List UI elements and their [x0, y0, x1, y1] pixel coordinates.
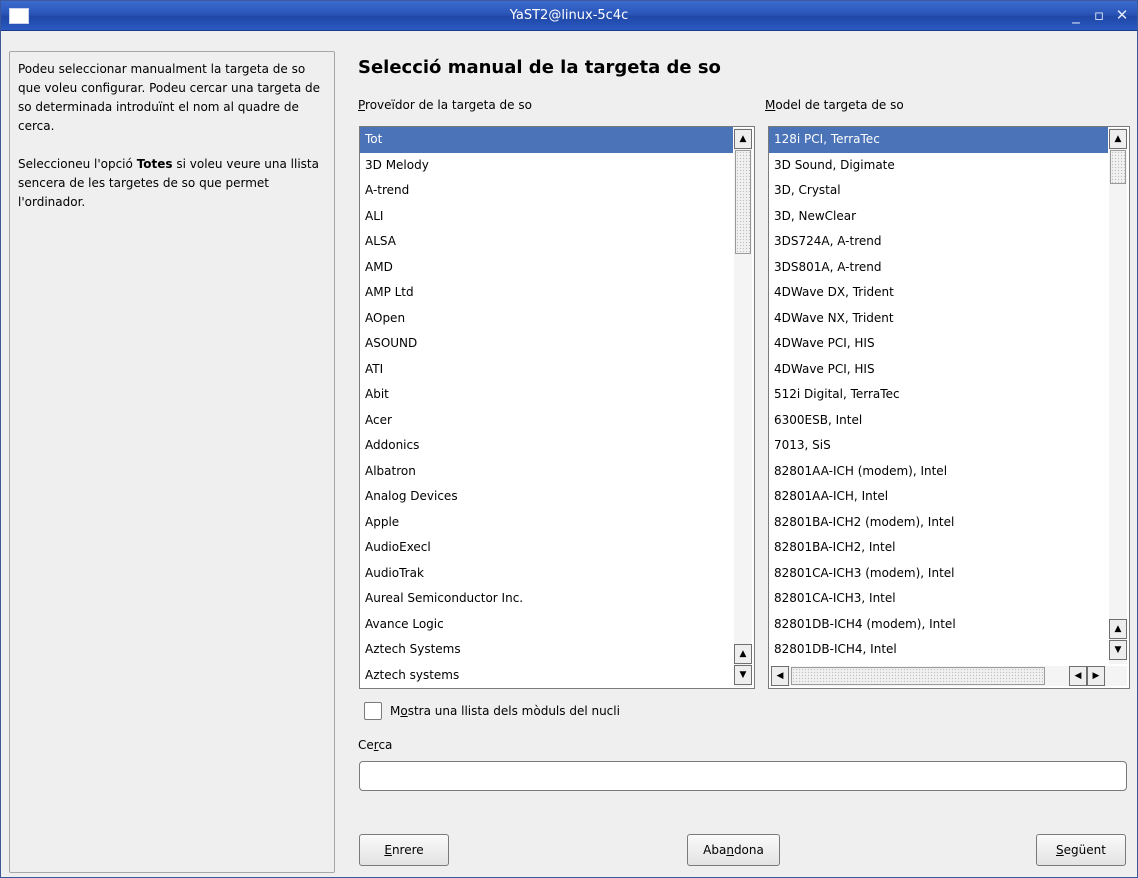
model-list-item[interactable]: 3D, Crystal	[769, 178, 1108, 204]
back-button[interactable]: Enrere	[359, 834, 449, 866]
vendor-scroll-up-top-icon[interactable]: ▲	[734, 129, 752, 149]
vendor-list-item[interactable]: AudioTrak	[360, 561, 733, 587]
yast-window: YaST2@linux-5c4c _ ▫ ✕ Podeu seleccionar…	[0, 0, 1138, 878]
vendor-list-label: Proveïdor de la targeta de so	[358, 98, 532, 112]
model-list-item[interactable]: 3DS801A, A-trend	[769, 255, 1108, 281]
model-scroll-left-end-icon[interactable]: ◀	[1069, 666, 1087, 686]
model-list-item[interactable]: 82801DB-ICH4, Intel	[769, 637, 1108, 663]
model-scroll-left-icon[interactable]: ◀	[771, 666, 789, 686]
window-title: YaST2@linux-5c4c	[509, 8, 629, 23]
model-scroll-up-top-icon[interactable]: ▲	[1109, 129, 1127, 149]
search-label: Cerca	[358, 738, 393, 752]
model-list-item[interactable]: 82801CA-ICH3, Intel	[769, 586, 1108, 612]
model-list-item[interactable]: 6300ESB, Intel	[769, 408, 1108, 434]
model-list-item[interactable]: 128i PCI, TerraTec	[769, 127, 1108, 153]
model-list-item[interactable]: 82801BA-ICH2 (modem), Intel	[769, 510, 1108, 536]
model-scroll-thumb[interactable]	[1110, 150, 1126, 184]
vendor-list-item[interactable]: Aureal Semiconductor Inc.	[360, 586, 733, 612]
model-list-item[interactable]: 4DWave NX, Trident	[769, 306, 1108, 332]
title-bar[interactable]: YaST2@linux-5c4c _ ▫ ✕	[1, 1, 1137, 31]
model-scroll-up-icon[interactable]: ▲	[1109, 619, 1127, 639]
help-bold-totes: Totes	[136, 157, 173, 171]
model-list-scrollbar[interactable]: ▲ ▲ ▼	[1109, 128, 1127, 664]
vendor-scroll-down-icon[interactable]: ▼	[734, 665, 752, 685]
minimize-icon[interactable]: _	[1069, 6, 1083, 24]
model-scroll-right-icon[interactable]: ▶	[1087, 666, 1105, 686]
model-hscroll-thumb[interactable]	[791, 667, 1045, 685]
vendor-list-item[interactable]: 3D Melody	[360, 153, 733, 179]
model-list-item[interactable]: 512i Digital, TerraTec	[769, 382, 1108, 408]
vendor-list-item[interactable]: A-trend	[360, 178, 733, 204]
vendor-list-item[interactable]: Acer	[360, 408, 733, 434]
vendor-list-item[interactable]: AMP Ltd	[360, 280, 733, 306]
vendor-list-item[interactable]: Albatron	[360, 459, 733, 485]
kernel-modules-checkbox[interactable]	[364, 702, 382, 720]
model-list-item[interactable]: 82801BA-ICH2, Intel	[769, 535, 1108, 561]
model-scroll-down-icon[interactable]: ▼	[1109, 640, 1127, 660]
vendor-list-item[interactable]: Addonics	[360, 433, 733, 459]
help-paragraph-1: Podeu seleccionar manualment la targeta …	[18, 62, 321, 133]
vendor-list-item[interactable]: Aztech Systems	[360, 637, 733, 663]
model-list[interactable]: 128i PCI, TerraTec 3D Sound, Digimate 3D, …	[768, 126, 1130, 689]
vendor-scroll-thumb[interactable]	[735, 150, 751, 254]
vendor-list-item[interactable]: ASOUND	[360, 331, 733, 357]
model-list-item[interactable]: 82801DB-ICH4 (modem), Intel	[769, 612, 1108, 638]
vendor-list-item[interactable]: Analog Devices	[360, 484, 733, 510]
model-list-item[interactable]: 82801AA-ICH (modem), Intel	[769, 459, 1108, 485]
model-list-label: Model de targeta de so	[765, 98, 904, 112]
model-list-item[interactable]: 3D Sound, Digimate	[769, 153, 1108, 179]
next-button[interactable]: Següent	[1036, 834, 1126, 866]
maximize-icon[interactable]: ▫	[1092, 6, 1106, 24]
model-list-item[interactable]: 7013, SiS	[769, 433, 1108, 459]
vendor-list-item[interactable]: ALI	[360, 204, 733, 230]
kernel-modules-checkbox-label[interactable]: Mostra una llista dels mòduls del nucli	[390, 704, 620, 718]
model-list-item[interactable]: 82801AA-ICH, Intel	[769, 484, 1108, 510]
vendor-list-item[interactable]: Tot	[360, 127, 733, 153]
vendor-list[interactable]: Tot 3D Melody A-trend ALI ALSA AMD AMP Ltd AOpe…	[359, 126, 755, 689]
vendor-list-item[interactable]: ALSA	[360, 229, 733, 255]
vendor-list-item[interactable]: Aztech systems	[360, 663, 733, 689]
search-input[interactable]	[359, 761, 1127, 791]
close-icon[interactable]: ✕	[1115, 6, 1129, 24]
model-list-item[interactable]: 4DWave DX, Trident	[769, 280, 1108, 306]
vendor-list-item[interactable]: Avance Logic	[360, 612, 733, 638]
vendor-list-item[interactable]: ATI	[360, 357, 733, 383]
help-paragraph-2: Seleccioneu l'opció Totes si voleu veure…	[18, 157, 319, 209]
vendor-scroll-up-icon[interactable]: ▲	[734, 644, 752, 664]
vendor-list-item[interactable]: AudioExecl	[360, 535, 733, 561]
model-list-item[interactable]: 3D, NewClear	[769, 204, 1108, 230]
model-list-item[interactable]: 3DS724A, A-trend	[769, 229, 1108, 255]
vendor-list-item[interactable]: AOpen	[360, 306, 733, 332]
vendor-list-item[interactable]: Apple	[360, 510, 733, 536]
page-title: Selecció manual de la targeta de so	[358, 57, 721, 78]
model-list-item[interactable]: 4DWave PCI, HIS	[769, 357, 1108, 383]
vendor-list-item[interactable]: Abit	[360, 382, 733, 408]
model-list-item[interactable]: 4DWave PCI, HIS	[769, 331, 1108, 357]
vendor-list-item[interactable]: AMD	[360, 255, 733, 281]
model-list-hscrollbar[interactable]: ◀ ◀ ▶	[771, 666, 1127, 686]
vendor-list-scrollbar[interactable]: ▲ ▲ ▼	[734, 128, 752, 687]
help-panel: Podeu seleccionar manualment la targeta …	[9, 51, 335, 873]
abort-button[interactable]: Abandona	[687, 834, 780, 866]
model-list-item[interactable]: 82801CA-ICH3 (modem), Intel	[769, 561, 1108, 587]
